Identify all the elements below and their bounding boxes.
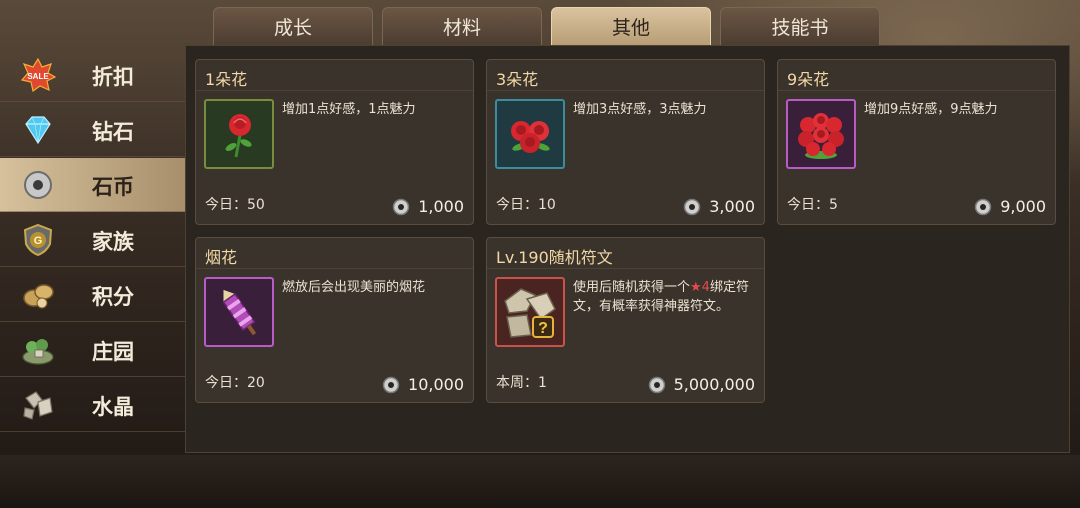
points-icon [23, 284, 54, 309]
item-description: 增加1点好感，1点魅力 [282, 102, 416, 117]
sidebar-item-manor[interactable]: 庄园 [0, 323, 185, 377]
price-value: 9,000 [1000, 197, 1046, 216]
single-rose-icon [225, 114, 252, 158]
item-description: 使用后随机获得一个★4绑定符文，有概率获得神器符文。 [573, 278, 759, 316]
family-emblem-icon: G [23, 223, 53, 257]
tab-label: 材料 [442, 17, 481, 39]
sale-badge-text: SALE [27, 72, 49, 81]
divider [196, 268, 473, 269]
svg-text:?: ? [538, 320, 548, 337]
tab-label: 成长 [273, 17, 312, 39]
tab-other[interactable]: 其他 [551, 7, 711, 45]
sidebar-item-points[interactable]: 积分 [0, 268, 185, 322]
tab-label: 其他 [611, 17, 650, 39]
random-rune-icon: ? [504, 288, 556, 338]
shop-item-card[interactable]: 烟花 燃放后会出现美丽的烟花 今日：20 10,000 [195, 237, 474, 403]
shop-item-card[interactable]: 1朵花 增加1点好感，1点魅力 今日：50 1,000 [195, 59, 474, 225]
purchase-limit: 今日：50 [205, 197, 265, 213]
sidebar-item-label: 积分 [92, 285, 134, 309]
item-icon-frame[interactable] [204, 277, 274, 347]
item-icon-frame[interactable] [495, 99, 565, 169]
sidebar-item-crystal[interactable]: 水晶 [0, 378, 185, 432]
stone-coin-icon [974, 198, 992, 215]
price-value: 5,000,000 [673, 375, 755, 394]
tab-growth[interactable]: 成长 [213, 7, 373, 45]
purchase-limit: 今日：5 [787, 197, 838, 213]
item-price: 3,000 [683, 197, 755, 216]
divider [487, 268, 764, 269]
item-title: Lv.190随机符文 [496, 248, 613, 267]
price-value: 10,000 [408, 375, 464, 394]
divider [196, 90, 473, 91]
shop-item-card[interactable]: Lv.190随机符文 ? 使用后随机获得一个★4绑定符文，有概率获得神器符文。 … [486, 237, 765, 403]
sidebar: SALE 折扣 钻石 石币 G 家族 积分 庄园 水晶 [0, 48, 185, 433]
stone-coin-icon [24, 171, 52, 199]
item-description: 燃放后会出现美丽的烟花 [282, 280, 426, 295]
diamond-icon [25, 116, 51, 145]
sidebar-item-label: 石币 [92, 175, 134, 199]
sidebar-item-label: 家族 [92, 230, 134, 254]
sidebar-item-label: 钻石 [92, 120, 134, 144]
stone-coin-icon [382, 376, 400, 393]
rose-bouquet-icon [511, 121, 550, 153]
item-title: 3朵花 [496, 70, 539, 89]
item-title: 1朵花 [205, 70, 248, 89]
firework-icon [222, 289, 257, 336]
item-price: 1,000 [392, 197, 464, 216]
sidebar-item-diamond[interactable]: 钻石 [0, 103, 185, 157]
purchase-limit: 本周：1 [496, 375, 547, 391]
sidebar-item-label: 折扣 [92, 65, 134, 89]
stone-coin-icon [648, 376, 665, 393]
item-icon-frame[interactable] [786, 99, 856, 169]
tab-skill-books[interactable]: 技能书 [720, 7, 880, 45]
manor-icon [22, 339, 54, 365]
item-price: 9,000 [974, 197, 1046, 216]
stone-coin-icon [683, 198, 701, 215]
background-floor [0, 455, 1080, 508]
stone-coin-icon [392, 198, 410, 215]
sidebar-item-label: 庄园 [92, 340, 134, 364]
purchase-limit: 今日：20 [205, 375, 265, 391]
svg-text:G: G [34, 235, 43, 247]
item-description: 增加3点好感，3点魅力 [573, 102, 707, 117]
price-value: 1,000 [418, 197, 464, 216]
large-rose-bouquet-icon [798, 113, 844, 159]
item-price: 5,000,000 [648, 375, 755, 394]
item-icon-frame[interactable] [204, 99, 274, 169]
item-icon-frame[interactable]: ? [495, 277, 565, 347]
item-description: 增加9点好感，9点魅力 [864, 102, 998, 117]
item-title: 烟花 [205, 248, 238, 267]
sidebar-item-discount[interactable]: SALE 折扣 [0, 48, 185, 102]
sidebar-item-stone-coin[interactable]: 石币 [0, 158, 185, 212]
shop-item-card[interactable]: 3朵花 增加3点好感，3点魅力 今日：10 3,000 [486, 59, 765, 225]
item-price: 10,000 [382, 375, 464, 394]
divider [778, 90, 1055, 91]
sidebar-item-label: 水晶 [92, 395, 134, 419]
item-title: 9朵花 [787, 70, 830, 89]
star-rating: ★4 [690, 280, 710, 295]
shop-panel: 1朵花 增加1点好感，1点魅力 今日：50 1,000 3朵花 增加3点好感，3… [185, 45, 1070, 453]
tab-materials[interactable]: 材料 [382, 7, 542, 45]
sale-icon: SALE [20, 58, 56, 92]
divider [487, 90, 764, 91]
purchase-limit: 今日：10 [496, 197, 556, 213]
tab-label: 技能书 [771, 17, 829, 39]
sidebar-item-family[interactable]: G 家族 [0, 213, 185, 267]
crystal-icon [23, 391, 53, 420]
price-value: 3,000 [709, 197, 755, 216]
shop-item-card[interactable]: 9朵花 增加9点好感，9点魅力 今日：5 9,000 [777, 59, 1056, 225]
description-text: 使用后随机获得一个 [573, 280, 691, 295]
